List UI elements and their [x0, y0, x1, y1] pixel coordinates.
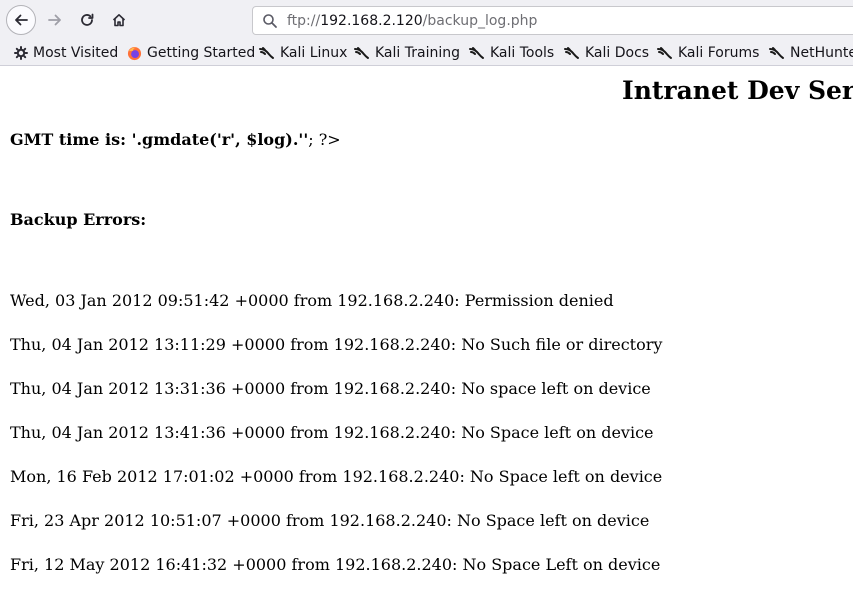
home-button[interactable]: [104, 5, 134, 35]
log-entry: Fri, 12 May 2012 16:41:32 +0000 from 192…: [10, 555, 661, 574]
kali-dragon-icon: [354, 46, 370, 60]
bookmark-label: NetHunte: [790, 45, 853, 61]
reload-button[interactable]: [72, 5, 102, 35]
address-bar[interactable]: ftp://192.168.2.120/backup_log.php: [252, 6, 853, 35]
bookmark-label: Kali Training: [375, 45, 460, 61]
bookmark-label: Kali Docs: [585, 45, 650, 61]
bookmark-label: Kali Forums: [678, 45, 760, 61]
url-scheme: ftp://: [287, 13, 321, 29]
backup-errors-heading: Backup Errors:: [10, 210, 147, 229]
home-icon: [111, 12, 127, 28]
bookmarks-toolbar: Most Visited Getting Started Kali Linux …: [0, 40, 853, 66]
kali-dragon-icon: [769, 46, 785, 60]
gear-icon: [14, 46, 28, 60]
page-title: Intranet Dev Serv: [622, 76, 853, 105]
bookmark-kali-training[interactable]: Kali Training: [354, 43, 460, 63]
kali-dragon-icon: [564, 46, 580, 60]
url-host: 192.168.2.120: [320, 13, 423, 29]
gmt-time-label: GMT time is: '.gmdate('r', $log).'': [10, 130, 309, 149]
log-entry: Thu, 04 Jan 2012 13:41:36 +0000 from 192…: [10, 423, 654, 442]
bookmark-label: Kali Linux: [280, 45, 348, 61]
backup-log-list: Wed, 03 Jan 2012 09:51:42 +0000 from 192…: [10, 291, 662, 599]
bookmark-kali-tools[interactable]: Kali Tools: [469, 43, 554, 63]
arrow-right-icon: [47, 12, 63, 28]
bookmark-label: Kali Tools: [490, 45, 555, 61]
bookmark-nethunter[interactable]: NetHunte: [769, 43, 853, 63]
log-entry: Fri, 23 Apr 2012 10:51:07 +0000 from 192…: [10, 511, 650, 530]
back-button[interactable]: [6, 5, 36, 35]
forward-button[interactable]: [40, 5, 70, 35]
kali-dragon-icon: [657, 46, 673, 60]
gmt-time-line: GMT time is: '.gmdate('r', $log).''; ?>: [10, 130, 341, 149]
bookmark-label: Most Visited: [33, 45, 119, 61]
reload-icon: [79, 12, 95, 28]
search-icon: [262, 13, 278, 33]
log-entry: Wed, 03 Jan 2012 09:51:42 +0000 from 192…: [10, 291, 614, 310]
log-entry: Thu, 04 Jan 2012 13:31:36 +0000 from 192…: [10, 379, 651, 398]
url-text[interactable]: ftp://192.168.2.120/backup_log.php: [287, 13, 537, 29]
gmt-time-tail: ; ?>: [308, 130, 341, 149]
kali-dragon-icon: [469, 46, 485, 60]
bookmark-getting-started[interactable]: Getting Started: [127, 43, 255, 63]
bookmark-kali-linux[interactable]: Kali Linux: [259, 43, 347, 63]
log-entry: Thu, 04 Jan 2012 13:11:29 +0000 from 192…: [10, 335, 663, 354]
kali-dragon-icon: [259, 46, 275, 60]
arrow-left-icon: [13, 12, 29, 28]
firefox-icon: [127, 46, 142, 61]
bookmark-kali-docs[interactable]: Kali Docs: [564, 43, 649, 63]
browser-toolbar: ftp://192.168.2.120/backup_log.php: [0, 0, 853, 40]
log-entry: Mon, 16 Feb 2012 17:01:02 +0000 from 192…: [10, 467, 663, 486]
bookmark-most-visited[interactable]: Most Visited: [14, 43, 118, 63]
bookmark-label: Getting Started: [147, 45, 256, 61]
bookmark-kali-forums[interactable]: Kali Forums: [657, 43, 759, 63]
page-content: Intranet Dev Serv GMT time is: '.gmdate(…: [0, 66, 853, 615]
url-path: /backup_log.php: [422, 13, 538, 29]
